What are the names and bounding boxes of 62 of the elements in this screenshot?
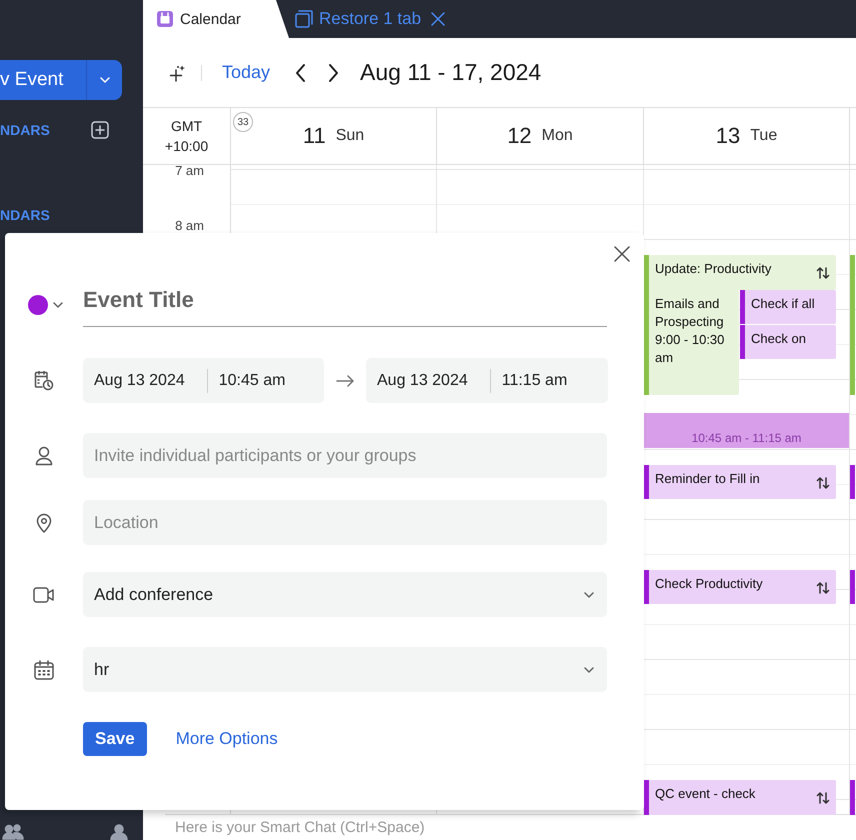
date-range: Aug 11 - 17, 2024 [360, 59, 542, 86]
time-label: 8 am [175, 218, 204, 233]
week-number: 33 [233, 112, 253, 132]
calendar-event[interactable]: Reminder to Fill in [644, 465, 836, 499]
event-title: QC event - check [654, 785, 756, 803]
day-number[interactable]: 12 [507, 123, 532, 149]
today-button[interactable]: Today [222, 62, 270, 83]
conference-select[interactable]: Add conference [83, 572, 607, 617]
arrow-icon [336, 374, 354, 386]
color-picker[interactable] [28, 295, 62, 315]
day-number[interactable]: 11 [302, 123, 326, 149]
caret-icon [52, 302, 62, 308]
time-field[interactable]: 10:45 am [208, 372, 286, 390]
location-field[interactable]: Location [83, 500, 607, 545]
calendar-select[interactable]: hr [83, 647, 607, 692]
contacts-icon[interactable] [110, 824, 128, 840]
next-icon[interactable] [326, 62, 340, 82]
event-title: Check on [750, 330, 807, 348]
event-title: Update: Productivity [654, 260, 772, 278]
calendar-event[interactable]: Emails and Prospecting 9:00 - 10:30 am [644, 290, 739, 395]
copy-icon [295, 10, 313, 28]
calendar-icon [34, 660, 54, 680]
add-icon[interactable] [91, 121, 109, 139]
event-title: Emails and Prospecting 9:00 - 10:30 am [654, 295, 726, 367]
sparkle-icon[interactable] [169, 64, 187, 82]
date-field[interactable]: Aug 13 2024 [83, 372, 207, 390]
calendar-event[interactable]: Update: Productivity [644, 255, 836, 290]
calendar-app-icon [157, 11, 173, 27]
day-number[interactable]: 13 [716, 123, 740, 149]
location-pin-icon [36, 512, 52, 532]
event-title: Check Productivity [654, 575, 764, 593]
timezone-label: GMT [170, 118, 202, 134]
close-icon[interactable] [431, 12, 446, 26]
video-camera-icon [33, 586, 55, 604]
date-field[interactable]: Aug 13 2024 [366, 372, 490, 390]
calendar-event[interactable]: QC event - check [644, 780, 836, 815]
more-options-link[interactable]: More Options [176, 729, 278, 749]
calendar-event[interactable]: Check on [740, 325, 836, 359]
caret-icon [98, 76, 110, 84]
calendar-event[interactable]: Check Productivity [644, 570, 836, 604]
timezone-label: +10:00 [164, 138, 208, 154]
weekday-label: Mon [542, 127, 573, 145]
time-field[interactable]: 11:15 am [490, 372, 568, 390]
people-icon[interactable] [2, 824, 24, 840]
person-icon [35, 446, 53, 466]
event-title: Reminder to Fill in [654, 470, 761, 488]
calendar-event[interactable]: Check if all [740, 290, 836, 324]
section-label: NDARS [0, 207, 50, 223]
weekday-label: Tue [750, 127, 778, 145]
restore-tabs-button[interactable]: Restore 1 tab [295, 9, 422, 29]
section-label: NDARS [0, 122, 50, 138]
chevron-down-icon [584, 666, 594, 672]
event-title: Check if all [750, 295, 816, 313]
new-event-button[interactable]: v Event [0, 60, 122, 100]
close-icon[interactable] [614, 246, 630, 262]
weekday-label: Sun [336, 127, 364, 145]
chevron-down-icon [584, 592, 594, 598]
event-time: 10:45 am - 11:15 am [692, 431, 802, 445]
calendar-clock-icon [34, 370, 54, 390]
participants-field[interactable]: Invite individual participants or your groups [83, 433, 607, 478]
time-label: 7 am [175, 163, 204, 178]
save-button[interactable]: Save [83, 722, 147, 756]
